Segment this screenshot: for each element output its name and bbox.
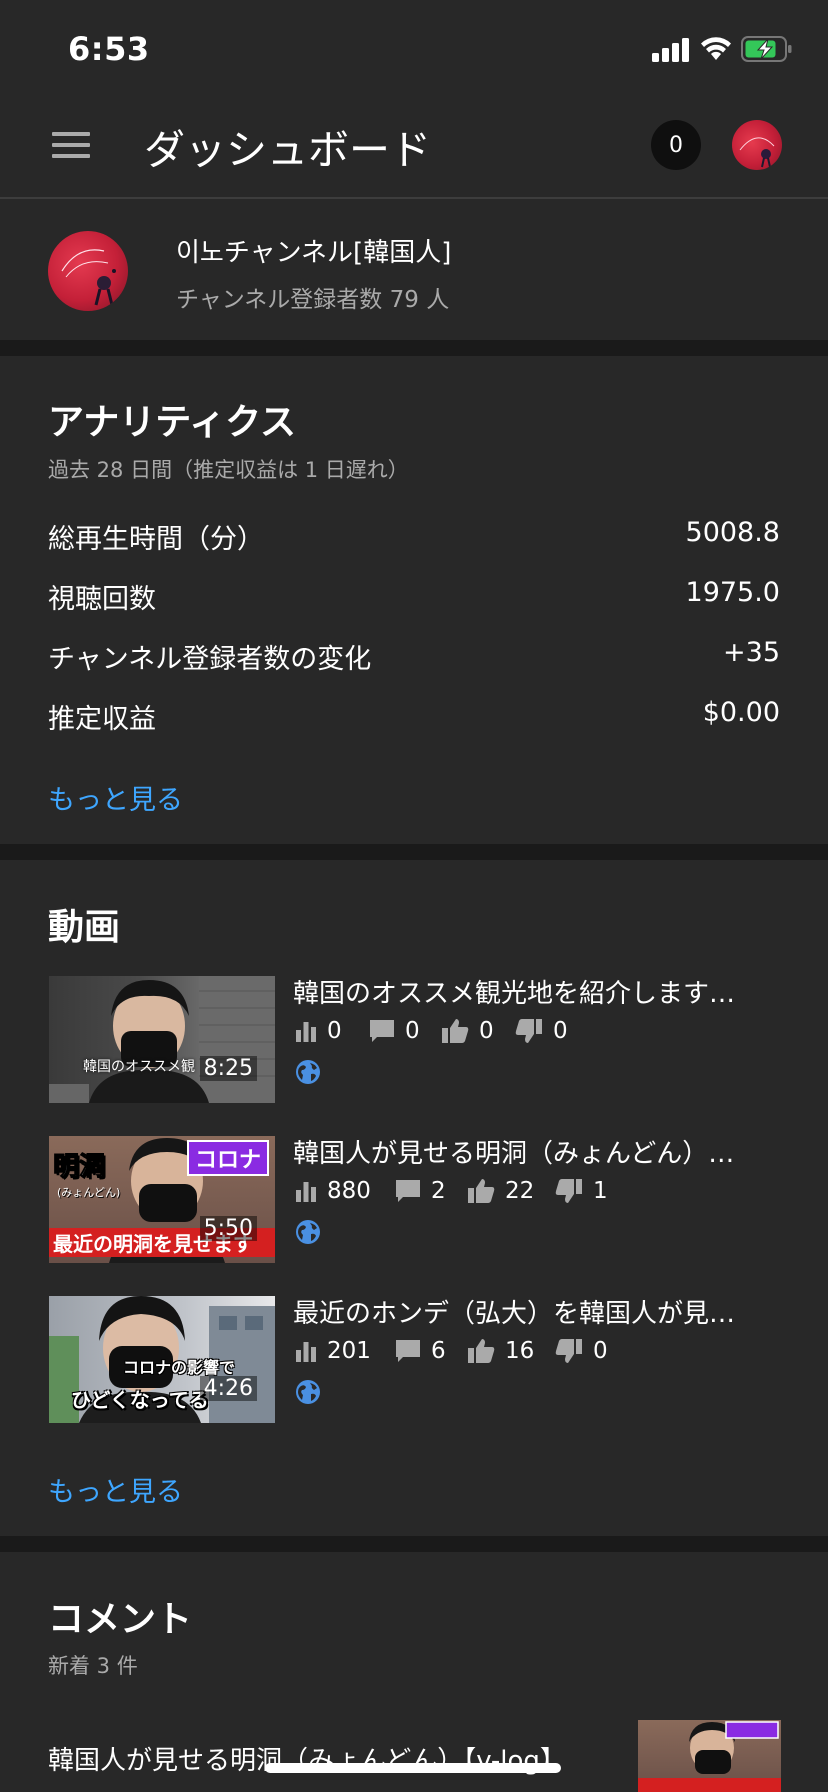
section-divider xyxy=(0,1536,828,1552)
thumbs-down-icon xyxy=(555,1339,582,1363)
hamburger-menu-icon[interactable] xyxy=(52,132,90,158)
section-divider xyxy=(0,340,828,356)
page-title: ダッシュボード xyxy=(144,126,431,174)
analytics-subtitle: 過去 28 日間（推定収益は 1 日遅れ） xyxy=(48,458,409,482)
video-thumbnail[interactable]: 明洞 (みょんどん) コロナ 最近の明洞を見せます 5:50 xyxy=(49,1136,275,1263)
likes-stat: 22 xyxy=(467,1178,534,1204)
cellular-signal-icon xyxy=(652,38,690,62)
likes-stat: 0 xyxy=(441,1018,494,1044)
metric-value-revenue: $0.00 xyxy=(702,697,780,728)
comments-stat: 6 xyxy=(395,1338,446,1364)
battery-charging-icon xyxy=(741,36,792,62)
public-globe-icon xyxy=(296,1220,320,1244)
public-globe-icon xyxy=(296,1380,320,1404)
videos-title: 動画 xyxy=(48,907,121,948)
status-bar: 6:53 xyxy=(0,0,828,100)
thumbnail-caption: (みょんどん) xyxy=(57,1186,121,1199)
analytics-title: アナリティクス xyxy=(48,402,297,443)
dislikes-stat: 0 xyxy=(555,1338,608,1364)
likes-stat: 16 xyxy=(467,1338,534,1364)
views-stat: 0 xyxy=(295,1018,342,1044)
metric-label-revenue: 推定収益 xyxy=(48,704,156,735)
comments-count: 2 xyxy=(431,1178,446,1204)
thumbs-down-icon xyxy=(555,1179,582,1203)
dislikes-count: 1 xyxy=(593,1178,608,1204)
channel-avatar[interactable] xyxy=(48,231,128,311)
thumbnail-caption: 韓国のオススメ観 xyxy=(83,1059,195,1075)
comment-icon xyxy=(396,1340,420,1362)
comments-title: コメント xyxy=(48,1599,193,1640)
channel-subscriber-count: チャンネル登録者数 79 人 xyxy=(176,287,450,313)
views-stat: 201 xyxy=(295,1338,371,1364)
metric-label-views: 視聴回数 xyxy=(48,584,156,615)
dislikes-count: 0 xyxy=(553,1018,568,1044)
video-duration: 8:25 xyxy=(199,1056,257,1081)
thumbs-up-icon xyxy=(442,1019,469,1043)
dislikes-stat: 1 xyxy=(555,1178,608,1204)
comments-subtitle: 新着 3 件 xyxy=(48,1654,138,1678)
views-count: 0 xyxy=(327,1018,342,1044)
video-title[interactable]: 最近のホンデ（弘大）を韓国人が見… xyxy=(293,1293,773,1330)
section-divider xyxy=(0,844,828,860)
thumbs-up-icon xyxy=(468,1339,495,1363)
thumbnail-image xyxy=(49,976,275,1103)
views-stat: 880 xyxy=(295,1178,371,1204)
analytics-see-more-link[interactable]: もっと見る xyxy=(48,778,183,817)
metric-value-watch-time: 5008.8 xyxy=(685,517,780,548)
videos-see-more-link[interactable]: もっと見る xyxy=(48,1470,183,1509)
metric-label-subscriber-change: チャンネル登録者数の変化 xyxy=(48,644,372,675)
likes-count: 0 xyxy=(479,1018,494,1044)
video-title[interactable]: 韓国のオススメ観光地を紹介します… xyxy=(293,973,773,1010)
comments-count: 0 xyxy=(405,1018,420,1044)
thumbnail-caption: ひどくなってる xyxy=(71,1388,209,1412)
avatar-artwork-icon xyxy=(739,137,775,168)
metric-value-subscriber-change: +35 xyxy=(723,637,780,668)
notifications-button[interactable]: 0 xyxy=(651,120,701,170)
comments-stat: 0 xyxy=(369,1018,420,1044)
dislikes-stat: 0 xyxy=(515,1018,568,1044)
comments-stat: 2 xyxy=(395,1178,446,1204)
thumbnail-badge: コロナ xyxy=(187,1140,270,1176)
video-duration: 4:26 xyxy=(199,1376,257,1401)
likes-count: 22 xyxy=(505,1178,535,1204)
views-count: 201 xyxy=(327,1338,371,1364)
wifi-icon xyxy=(701,37,731,60)
comment-icon xyxy=(370,1020,394,1042)
metric-value-views: 1975.0 xyxy=(685,577,780,608)
public-globe-icon xyxy=(296,1060,320,1084)
thumbnail-caption: コロナの影響で xyxy=(123,1358,236,1377)
video-title[interactable]: 韓国人が見せる明洞（みょんどん）… xyxy=(293,1133,773,1170)
thumbnail-image xyxy=(638,1721,781,1792)
thumbs-down-icon xyxy=(515,1019,542,1043)
comment-icon xyxy=(396,1180,420,1202)
metric-label-watch-time: 総再生時間（分） xyxy=(48,524,264,555)
bar-chart-icon xyxy=(296,1342,316,1362)
channel-artwork-icon xyxy=(61,249,116,306)
video-thumbnail[interactable]: コロナの影響で ひどくなってる 4:26 xyxy=(49,1296,275,1423)
views-count: 880 xyxy=(327,1178,371,1204)
comments-count: 6 xyxy=(431,1338,446,1364)
likes-count: 16 xyxy=(505,1338,535,1364)
comment-video-thumbnail[interactable] xyxy=(638,1720,781,1792)
status-time: 6:53 xyxy=(68,30,150,68)
video-duration: 5:50 xyxy=(199,1216,257,1241)
account-avatar[interactable] xyxy=(732,120,782,170)
home-indicator[interactable] xyxy=(265,1763,561,1773)
channel-name: 이노チャンネル[韓国人] xyxy=(176,238,452,268)
bar-chart-icon xyxy=(296,1182,316,1202)
video-thumbnail[interactable]: 韓国のオススメ観 8:25 xyxy=(49,976,275,1103)
dislikes-count: 0 xyxy=(593,1338,608,1364)
bar-chart-icon xyxy=(296,1022,316,1042)
thumbnail-caption: 明洞 xyxy=(52,1152,106,1183)
thumbs-up-icon xyxy=(468,1179,495,1203)
